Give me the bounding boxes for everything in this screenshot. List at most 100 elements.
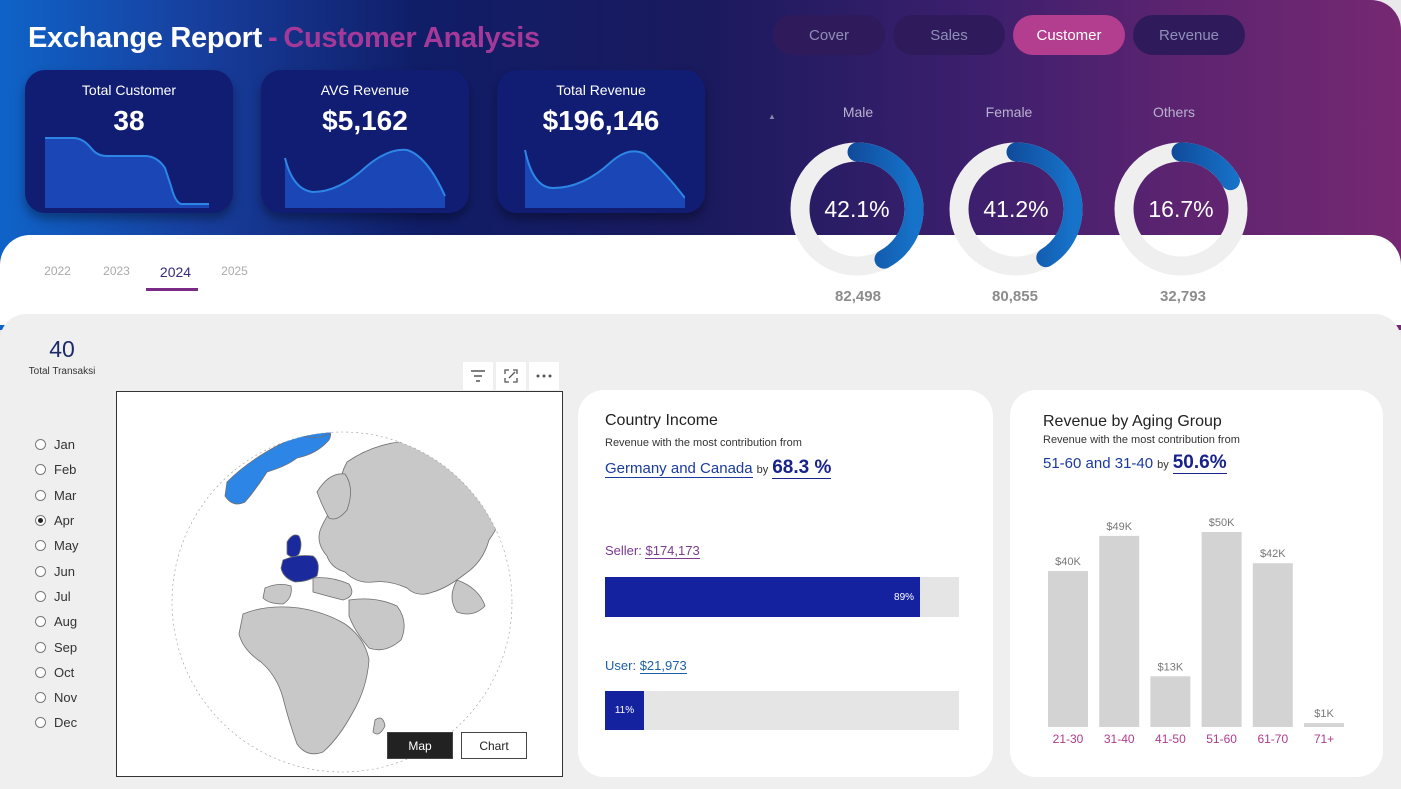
card-title: Revenue by Aging Group [1043, 413, 1222, 430]
age-bar-value-label: $1K [1314, 708, 1334, 720]
card-subtitle: Revenue with the most contribution from [1043, 434, 1240, 446]
donut-percent: 41.2% [983, 195, 1049, 222]
kpi-sparkline [284, 148, 446, 208]
age-bar-61-70[interactable] [1252, 563, 1293, 727]
radio-icon[interactable] [35, 540, 46, 552]
nav-revenue-button[interactable]: Revenue [1133, 15, 1245, 55]
age-bar-21-30[interactable] [1048, 571, 1088, 727]
total-transaksi-value: 40 [49, 336, 75, 362]
page-nav: Cover Sales Customer Revenue [773, 15, 1245, 55]
title-sub: Customer Analysis [283, 22, 540, 54]
headline-countries: Germany and Canada [605, 460, 753, 478]
month-option-jun[interactable]: Jun [35, 558, 79, 583]
headline-percent: 50.6% [1172, 452, 1227, 474]
radio-checked-icon[interactable] [35, 515, 46, 527]
headline-age-groups: 51-60 and 31-40 [1043, 455, 1154, 472]
month-label: Aug [54, 614, 78, 630]
age-bar-51-60[interactable] [1201, 532, 1242, 727]
card-title: Country Income [605, 412, 718, 429]
month-option-may[interactable]: May [35, 533, 79, 558]
gender-label-female: Female [985, 104, 1033, 120]
month-option-nov[interactable]: Nov [35, 685, 79, 710]
filter-icon[interactable] [463, 362, 493, 390]
headline-by: by [1157, 459, 1169, 471]
nav-sales-button[interactable]: Sales [893, 15, 1005, 55]
age-category-label: 31-40 [1104, 732, 1135, 746]
month-option-jul[interactable]: Jul [35, 584, 79, 609]
more-options-icon[interactable] [529, 362, 559, 390]
month-option-sep[interactable]: Sep [35, 634, 79, 659]
gender-label-others: Others [1152, 104, 1195, 120]
radio-icon[interactable] [35, 489, 46, 501]
year-tab-2023[interactable]: 2023 [87, 264, 146, 280]
kpi-label: AVG Revenue [320, 82, 410, 98]
radio-icon[interactable] [35, 464, 46, 476]
month-option-oct[interactable]: Oct [35, 660, 79, 685]
user-label-text: User: [605, 658, 637, 673]
nav-cover-button[interactable]: Cover [773, 15, 885, 55]
month-label: Jun [54, 563, 75, 579]
month-label: Apr [54, 513, 75, 529]
month-option-aug[interactable]: Aug [35, 609, 79, 634]
gender-label-male: Male [842, 104, 874, 120]
age-category-label: 61-70 [1257, 732, 1288, 746]
month-label: Jan [54, 437, 75, 453]
seller-label: Seller: $174,173 [605, 543, 700, 559]
seller-bar-fill[interactable]: 89% [605, 577, 921, 617]
seller-bar-track: 89% [605, 577, 959, 617]
radio-icon[interactable] [35, 666, 46, 678]
month-option-apr[interactable]: Apr [35, 508, 79, 533]
total-transaksi-label: Total Transaksi [28, 366, 96, 377]
month-label: Jul [54, 588, 71, 604]
year-tab-2022[interactable]: 2022 [28, 264, 87, 280]
kpi-label: Total Customer [81, 82, 177, 98]
seller-label-text: Seller: [605, 543, 642, 558]
kpi-total-customer: Total Customer 38 [25, 70, 233, 213]
age-bar-31-40[interactable] [1099, 535, 1140, 727]
kpi-label: Total Revenue [556, 82, 646, 98]
globe-map[interactable]: Map Chart [116, 391, 563, 777]
page-title: Exchange Report - Customer Analysis [28, 22, 540, 55]
age-bar-71+[interactable] [1304, 723, 1344, 727]
donut-percent: 16.7% [1148, 195, 1214, 222]
age-category-label: 21-30 [1053, 732, 1084, 746]
month-option-mar[interactable]: Mar [35, 483, 79, 508]
age-bar-41-50[interactable] [1150, 676, 1191, 727]
radio-icon[interactable] [35, 641, 46, 653]
radio-icon[interactable] [35, 616, 46, 628]
seller-pct: 89% [894, 591, 915, 603]
kpi-sparkline [45, 137, 209, 208]
radio-icon[interactable] [35, 565, 46, 577]
radio-icon[interactable] [35, 590, 46, 602]
country-headline: Germany and Canada by 68.3 % [605, 457, 832, 479]
year-tab-2025[interactable]: 2025 [205, 264, 264, 280]
title-main: Exchange Report [28, 22, 262, 54]
seller-value: $174,173 [645, 543, 700, 559]
user-bar-fill[interactable]: 11% [605, 691, 644, 730]
age-bar-value-label: $13K [1158, 661, 1184, 673]
title-separator: - [268, 22, 278, 54]
card-subtitle: Revenue with the most contribution from [605, 437, 802, 449]
year-tab-2024[interactable]: 2024 [146, 264, 205, 280]
nav-customer-button[interactable]: Customer [1013, 15, 1125, 55]
age-bar-value-label: $40K [1055, 556, 1081, 568]
month-option-jan[interactable]: Jan [35, 432, 79, 457]
radio-icon[interactable] [35, 692, 46, 704]
focus-mode-icon[interactable] [496, 362, 526, 390]
age-bar-value-label: $49K [1106, 521, 1132, 533]
month-label: Sep [54, 639, 78, 655]
headline-percent: 68.3 % [772, 457, 832, 479]
radio-icon[interactable] [35, 439, 46, 451]
collapse-caret-icon[interactable]: ▲ [768, 112, 776, 121]
map-chart-toggle: Map Chart [387, 732, 527, 759]
month-label: Dec [54, 715, 78, 731]
country-income-card: Country Income Revenue with the most con… [578, 390, 993, 777]
month-option-dec[interactable]: Dec [35, 710, 79, 735]
chart-view-button[interactable]: Chart [461, 732, 527, 759]
month-slicer: Jan Feb Mar Apr May Jun Jul Aug Sep Oct … [35, 432, 79, 736]
month-option-feb[interactable]: Feb [35, 457, 79, 482]
map-view-button[interactable]: Map [387, 732, 453, 759]
gender-count-male: 82,498 [835, 288, 881, 305]
globe-map-drawing [171, 431, 513, 773]
radio-icon[interactable] [35, 717, 46, 729]
